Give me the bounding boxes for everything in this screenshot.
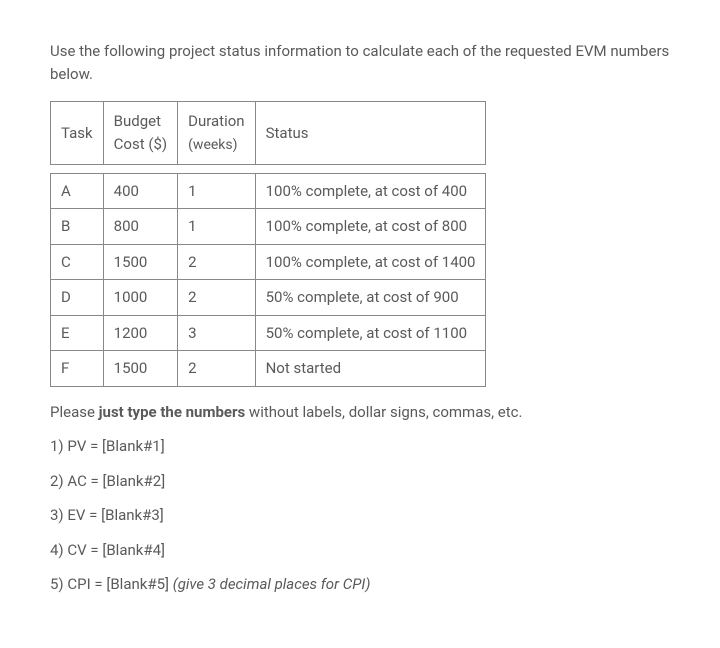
cell-task: B bbox=[51, 209, 104, 245]
question-3: 3) EV = [Blank#3] bbox=[50, 504, 670, 527]
question-5: 5) CPI = [Blank#5] (give 3 decimal place… bbox=[50, 573, 670, 596]
intro-text: Use the following project status informa… bbox=[50, 40, 670, 85]
q5-prefix: 5) CPI = [Blank#5] bbox=[50, 575, 173, 593]
cell-budget: 1000 bbox=[103, 280, 177, 316]
table-row: E 1200 3 50% complete, at cost of 1100 bbox=[51, 315, 486, 351]
cell-budget: 1500 bbox=[103, 351, 177, 387]
table-row: B 800 1 100% complete, at cost of 800 bbox=[51, 209, 486, 245]
table-row: A 400 1 100% complete, at cost of 400 bbox=[51, 173, 486, 209]
table-row: D 1000 2 50% complete, at cost of 900 bbox=[51, 280, 486, 316]
cell-status: 50% complete, at cost of 900 bbox=[255, 280, 486, 316]
cell-duration: 2 bbox=[178, 280, 255, 316]
cell-budget: 400 bbox=[103, 173, 177, 209]
header-budget: Budget Cost ($) bbox=[103, 102, 177, 165]
header-cost-label: Cost ($) bbox=[114, 135, 167, 153]
header-duration: Duration (weeks) bbox=[178, 102, 255, 165]
header-status: Status bbox=[255, 102, 486, 165]
cell-status: 100% complete, at cost of 800 bbox=[255, 209, 486, 245]
table-row: C 1500 2 100% complete, at cost of 1400 bbox=[51, 244, 486, 280]
cell-duration: 1 bbox=[178, 209, 255, 245]
cell-duration: 2 bbox=[178, 244, 255, 280]
header-duration-label: Duration bbox=[188, 112, 244, 130]
instr-bold: just type the numbers bbox=[99, 403, 246, 421]
cell-budget: 1500 bbox=[103, 244, 177, 280]
evm-table: Task Budget Cost ($) Duration (weeks) St… bbox=[50, 101, 486, 387]
cell-task: F bbox=[51, 351, 104, 387]
cell-duration: 1 bbox=[178, 173, 255, 209]
header-weeks-label: (weeks) bbox=[188, 137, 237, 153]
cell-duration: 2 bbox=[178, 351, 255, 387]
cell-budget: 800 bbox=[103, 209, 177, 245]
cell-status: Not started bbox=[255, 351, 486, 387]
q5-note: (give 3 decimal places for CPI) bbox=[173, 575, 371, 593]
cell-budget: 1200 bbox=[103, 315, 177, 351]
cell-duration: 3 bbox=[178, 315, 255, 351]
cell-task: A bbox=[51, 173, 104, 209]
table-header-row: Task Budget Cost ($) Duration (weeks) St… bbox=[51, 102, 486, 165]
question-1: 1) PV = [Blank#1] bbox=[50, 435, 670, 458]
instr-suffix: without labels, dollar signs, commas, et… bbox=[245, 403, 522, 421]
header-task: Task bbox=[51, 102, 104, 165]
cell-task: E bbox=[51, 315, 104, 351]
cell-status: 100% complete, at cost of 400 bbox=[255, 173, 486, 209]
instr-prefix: Please bbox=[50, 403, 99, 421]
question-2: 2) AC = [Blank#2] bbox=[50, 470, 670, 493]
question-4: 4) CV = [Blank#4] bbox=[50, 539, 670, 562]
table-spacer bbox=[51, 164, 486, 173]
cell-task: D bbox=[51, 280, 104, 316]
cell-status: 100% complete, at cost of 1400 bbox=[255, 244, 486, 280]
header-budget-label: Budget bbox=[114, 112, 161, 130]
table-row: F 1500 2 Not started bbox=[51, 351, 486, 387]
cell-status: 50% complete, at cost of 1100 bbox=[255, 315, 486, 351]
cell-task: C bbox=[51, 244, 104, 280]
instructions: Please just type the numbers without lab… bbox=[50, 401, 670, 424]
